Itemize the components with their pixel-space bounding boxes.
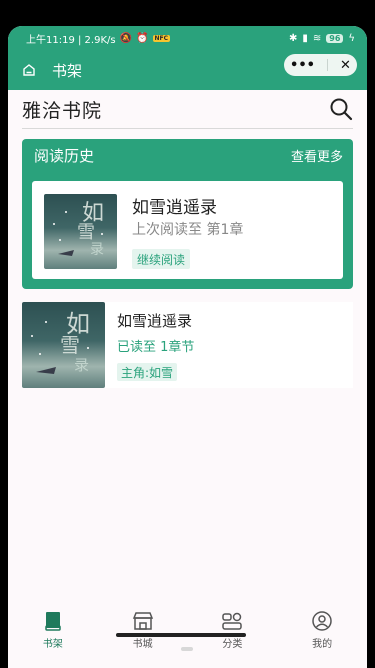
read-progress: 已读至 1章节 [117,340,195,355]
more-menu-button[interactable]: ••• [290,58,315,73]
app-title: 雅洽书院 [22,99,103,122]
tab-label: 书架 [42,639,63,650]
miniprogram-capsule: ••• ✕ [284,54,357,76]
close-button[interactable]: ✕ [340,58,351,73]
home-indicator[interactable] [116,633,246,637]
bluetooth-icon: ✱ [288,32,298,44]
continue-reading-button[interactable]: 继续阅读 [132,249,191,269]
status-time: 上午11:19 | 2.9K/s [26,34,116,46]
see-more-link[interactable]: 查看更多 [291,146,343,165]
reading-history-panel: 阅读历史 查看更多 如 雪 录 如雪逍遥录 上次阅读至 第1章 继续阅读 [22,139,353,289]
svg-text:录: 录 [90,242,104,258]
user-icon [312,611,332,631]
svg-text:雪: 雪 [60,333,80,357]
history-book-name: 如雪逍遥录 [132,198,217,218]
book-icon [45,612,61,631]
book-cover: 如 雪 录 [44,194,117,269]
mute-icon: 🔕 [119,32,133,44]
book-cover: 如 雪 录 [22,302,105,388]
top-nav-bar: 书架 ••• ✕ [8,50,367,90]
tab-category[interactable]: 分类 [202,610,262,650]
tab-bookstore[interactable]: 书城 [113,610,173,650]
tab-label: 我的 [312,639,333,650]
protagonist-tag: 主角:如雪 [117,363,178,381]
status-bar: 上午11:19 | 2.9K/s 🔕 ⏰ NFC ✱ ▮ ≋ 96 ϟ [8,26,367,50]
signal-icon: ▮ [302,32,308,44]
home-icon[interactable] [22,63,36,77]
history-title: 阅读历史 [34,146,95,165]
wifi-icon: ≋ [312,32,322,44]
search-icon[interactable] [329,97,353,121]
last-read-chapter: 上次阅读至 第1章 [132,222,244,238]
capsule-divider [327,59,328,71]
shelf-book-name: 如雪逍遥录 [117,312,193,330]
svg-text:雪: 雪 [77,222,95,243]
alarm-icon: ⏰ [136,32,149,44]
nfc-badge: NFC [152,34,171,42]
category-icon [222,612,243,630]
scroll-indicator [181,647,193,651]
app-screen: 上午11:19 | 2.9K/s 🔕 ⏰ NFC ✱ ▮ ≋ 96 ϟ 书架 •… [8,26,367,668]
store-icon [132,612,153,630]
history-header: 阅读历史 查看更多 [22,139,353,171]
history-book-card[interactable]: 如 雪 录 如雪逍遥录 上次阅读至 第1章 继续阅读 [32,181,343,279]
tab-label: 书城 [132,639,153,650]
charging-icon: ϟ [348,32,355,44]
svg-text:录: 录 [74,356,89,374]
page-header: 雅洽书院 [22,90,353,129]
tab-bookshelf[interactable]: 书架 [23,610,83,650]
battery-indicator: 96 [326,33,344,43]
nav-title: 书架 [52,61,83,80]
cover-art: 如 雪 录 [53,201,104,258]
tab-label: 分类 [222,639,243,650]
cover-art: 如 雪 录 [31,310,90,374]
shelf-book-item[interactable]: 如 雪 录 如雪逍遥录 已读至 1章节 主角:如雪 [22,302,353,388]
tab-profile[interactable]: 我的 [292,610,352,650]
